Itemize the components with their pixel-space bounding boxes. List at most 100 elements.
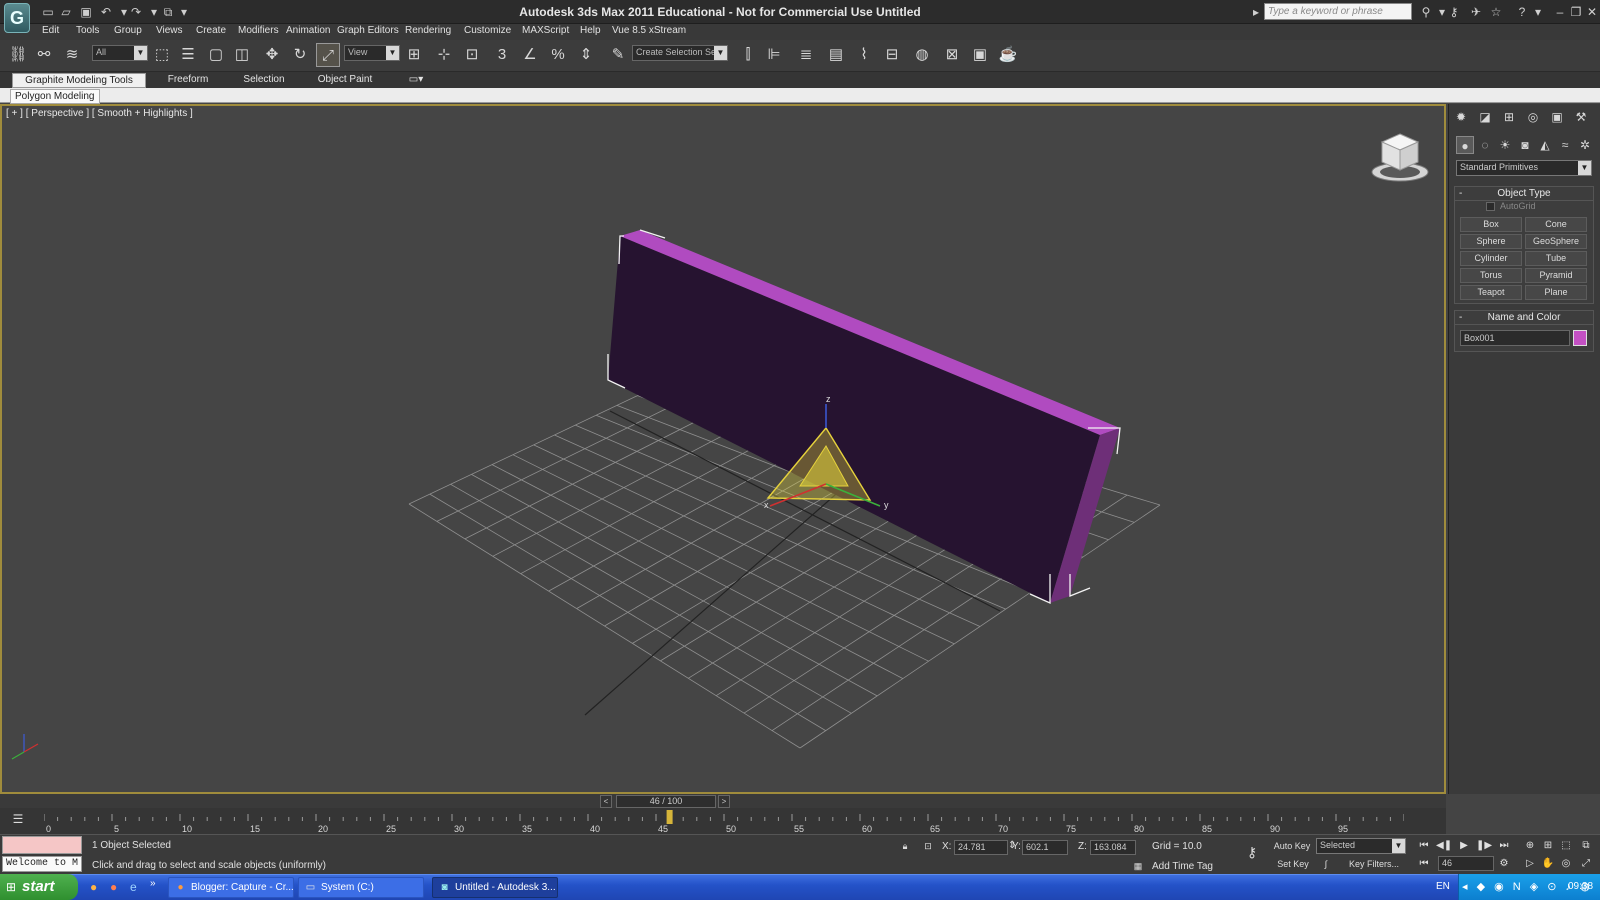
tab-object-paint[interactable]: Object Paint [310, 73, 380, 88]
menu-group[interactable]: Group [114, 25, 142, 36]
favorites-star-icon[interactable]: ☆ [1488, 4, 1504, 20]
language-indicator[interactable]: EN [1436, 881, 1450, 892]
subscription-key-icon[interactable]: ⚷ [1446, 4, 1462, 20]
quicklaunch-more-icon[interactable]: » [150, 878, 156, 889]
geosphere-button[interactable]: GeoSphere [1525, 234, 1587, 249]
open-file-icon[interactable]: ▱ [58, 4, 74, 20]
select-and-scale-icon[interactable]: ⤢ [316, 43, 340, 67]
communication-center-icon[interactable]: ✈ [1468, 4, 1484, 20]
tab-graphite-modeling-tools[interactable]: Graphite Modeling Tools [12, 73, 146, 88]
menu-maxscript[interactable]: MAXScript [522, 25, 569, 36]
zoom-icon[interactable]: ⊕ [1522, 838, 1538, 854]
name-and-color-rollout-header[interactable]: - Name and Color [1455, 311, 1593, 325]
geometry-icon[interactable]: ● [1456, 136, 1474, 154]
play-icon[interactable]: ▶ [1456, 838, 1472, 854]
cameras-icon[interactable]: ◙ [1516, 136, 1534, 154]
select-by-name-icon[interactable]: ☰ [176, 43, 200, 67]
select-and-rotate-icon[interactable]: ↻ [288, 43, 312, 67]
object-type-rollout-header[interactable]: - Object Type [1455, 187, 1593, 201]
cone-button[interactable]: Cone [1525, 217, 1587, 232]
graphite-toggle-icon[interactable]: ▤ [824, 43, 848, 67]
pan-view-icon[interactable]: ✋ [1540, 856, 1556, 872]
go-to-end-icon[interactable]: ⏭ [1496, 838, 1512, 854]
add-time-tag[interactable]: Add Time Tag [1152, 861, 1213, 872]
next-key-icon[interactable]: ❚▶ [1476, 838, 1492, 854]
set-key-button[interactable]: Set Key [1274, 856, 1312, 872]
ie-quicklaunch-icon[interactable]: e [130, 880, 137, 894]
helpers-icon[interactable]: ◭ [1536, 136, 1554, 154]
tab-selection[interactable]: Selection [236, 73, 292, 88]
redo-icon[interactable]: ↷ [128, 4, 144, 20]
help-dropdown-icon[interactable]: ▾ [1530, 4, 1546, 20]
reference-coordinate-dropdown[interactable]: View ▼ [344, 45, 400, 61]
close-window-icon[interactable]: ✕ [1584, 4, 1600, 20]
key-mode-dropdown[interactable]: Selected ▼ [1316, 838, 1406, 854]
layer-manager-icon[interactable]: ≣ [794, 43, 818, 67]
previous-key-icon[interactable]: ◀❚ [1436, 838, 1452, 854]
orbit-icon[interactable]: ◎ [1558, 856, 1574, 872]
menu-modifiers[interactable]: Modifiers [238, 25, 279, 36]
plane-button[interactable]: Plane [1525, 285, 1587, 300]
teapot-button[interactable]: Teapot [1460, 285, 1522, 300]
sphere-button[interactable]: Sphere [1460, 234, 1522, 249]
absolute-mode-icon[interactable]: ⊡ [920, 838, 936, 854]
select-and-move-icon[interactable]: ✥ [260, 43, 284, 67]
rendered-frame-window-icon[interactable]: ▣ [968, 43, 992, 67]
lights-icon[interactable]: ☀ [1496, 136, 1514, 154]
menu-graph-editors[interactable]: Graph Editors [337, 25, 399, 36]
minimize-window-icon[interactable]: – [1552, 4, 1568, 20]
shapes-icon[interactable]: ◌ [1476, 136, 1494, 154]
maximize-viewport-icon[interactable]: ⤢ [1578, 856, 1594, 872]
snaps-toggle-icon[interactable]: 3 [490, 43, 514, 67]
key-mode-toggle-icon[interactable]: ⏮ [1416, 856, 1432, 872]
selection-lock-icon[interactable]: 🔒︎ [898, 838, 912, 854]
search-expand-icon[interactable]: ▸ [1248, 4, 1264, 20]
create-panel-icon[interactable]: ✹ [1452, 108, 1470, 126]
selection-filter-dropdown[interactable]: All ▼ [92, 45, 148, 61]
menu-create[interactable]: Create [196, 25, 226, 36]
menu-vue-xstream[interactable]: Vue 8.5 xStream [612, 25, 686, 36]
go-to-start-icon[interactable]: ⏮ [1416, 838, 1432, 854]
task-blogger[interactable]: ● Blogger: Capture - Cr... [168, 877, 294, 898]
zoom-all-icon[interactable]: ⊞ [1540, 838, 1556, 854]
angle-snap-icon[interactable]: ∠ [518, 43, 542, 67]
application-button[interactable]: G [4, 3, 30, 33]
hierarchy-panel-icon[interactable]: ⊞ [1500, 108, 1518, 126]
default-in-out-tangent-icon[interactable]: ∫ [1318, 856, 1334, 872]
infocenter-search-input[interactable]: Type a keyword or phrase [1264, 3, 1412, 20]
restore-window-icon[interactable]: ❐ [1568, 4, 1584, 20]
bind-to-space-warp-icon[interactable]: ≋ [60, 43, 84, 67]
binoculars-icon[interactable]: ⚲ [1418, 4, 1434, 20]
unlink-selection-icon[interactable]: ⚯ [32, 43, 56, 67]
z-coordinate-field[interactable]: 163.084 [1090, 840, 1136, 855]
maxscript-listener-mini[interactable] [2, 836, 82, 854]
field-of-view-icon[interactable]: ▷ [1522, 856, 1538, 872]
key-filters-button[interactable]: Key Filters... [1344, 856, 1404, 872]
task-system-c[interactable]: ▭ System (C:) [298, 877, 424, 898]
menu-rendering[interactable]: Rendering [405, 25, 451, 36]
current-frame-marker[interactable] [666, 810, 673, 824]
menu-help[interactable]: Help [580, 25, 601, 36]
named-selection-sets-dropdown[interactable]: Create Selection Se ▼ [632, 45, 728, 61]
keyboard-shortcut-override-icon[interactable]: ⊡ [460, 43, 484, 67]
task-3ds-max[interactable]: ◙ Untitled - Autodesk 3... [432, 877, 558, 898]
save-icon[interactable]: ▣ [78, 4, 94, 20]
spinner-snap-icon[interactable]: ⇕ [574, 43, 598, 67]
auto-key-button[interactable]: Auto Key [1272, 838, 1312, 854]
x-coordinate-field[interactable]: 24.781 [954, 840, 1008, 855]
tube-button[interactable]: Tube [1525, 251, 1587, 266]
frame-ruler[interactable]: 0510152025303540455055606570758085909510… [44, 810, 1404, 834]
help-icon[interactable]: ? [1514, 4, 1530, 20]
zoom-extents-icon[interactable]: ⬚ [1558, 838, 1574, 854]
pyramid-button[interactable]: Pyramid [1525, 268, 1587, 283]
ribbon-options-icon[interactable]: ▭▾ [404, 73, 428, 88]
motion-panel-icon[interactable]: ◎ [1524, 108, 1542, 126]
firefox-quicklaunch-icon[interactable]: ● [90, 880, 97, 894]
curve-editor-mini-icon[interactable]: ☰ [8, 812, 28, 828]
select-and-manipulate-icon[interactable]: ⊹ [432, 43, 456, 67]
select-and-link-icon[interactable]: ⛓ [6, 43, 30, 67]
material-editor-icon[interactable]: ◍ [910, 43, 934, 67]
previous-frame-arrow[interactable]: < [600, 795, 612, 808]
window-crossing-icon[interactable]: ◫ [230, 43, 254, 67]
menu-edit[interactable]: Edit [42, 25, 59, 36]
